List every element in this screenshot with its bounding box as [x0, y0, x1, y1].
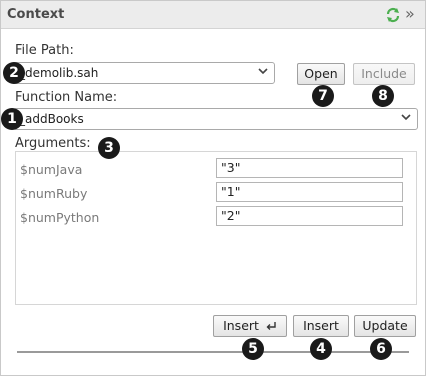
argument-value-input[interactable]: "3" — [216, 158, 403, 178]
function-name-label: Function Name: — [15, 90, 118, 105]
include-button[interactable]: Include — [353, 63, 415, 85]
function-name-value: _addBooks — [19, 112, 84, 126]
argument-value-input[interactable]: "2" — [216, 206, 403, 226]
double-chevron-right-icon[interactable]: » — [405, 4, 415, 23]
chevron-down-icon — [401, 114, 411, 121]
callout-badge: 6 — [370, 338, 392, 360]
context-panel: Context » File Path: _demolib.sah Open I… — [0, 0, 426, 376]
argument-name: $numJava — [20, 162, 83, 177]
insert-enter-label: Insert — [223, 318, 259, 333]
file-path-value: _demolib.sah — [19, 66, 99, 80]
insert-button[interactable]: Insert — [293, 315, 349, 337]
callout-badge: 5 — [242, 338, 264, 360]
open-button[interactable]: Open — [297, 63, 345, 85]
update-button[interactable]: Update — [354, 315, 416, 337]
callout-badge: 1 — [1, 108, 23, 130]
chevron-down-icon — [258, 68, 268, 75]
arguments-list: $numJava "3" $numRuby "1" $numPython "2" — [15, 151, 417, 305]
arguments-label: Arguments: — [15, 136, 91, 151]
callout-badge: 3 — [98, 137, 120, 159]
argument-name: $numPython — [20, 210, 100, 225]
enter-key-icon — [266, 322, 276, 330]
refresh-icon[interactable] — [385, 7, 401, 23]
argument-name: $numRuby — [20, 186, 88, 201]
insert-enter-button[interactable]: Insert — [213, 315, 287, 337]
file-path-select[interactable]: _demolib.sah — [13, 62, 275, 84]
callout-badge: 8 — [372, 85, 394, 107]
callout-badge: 7 — [312, 85, 334, 107]
panel-title: Context — [7, 7, 65, 22]
file-path-label: File Path: — [15, 43, 74, 58]
callout-badge: 4 — [310, 338, 332, 360]
function-name-select[interactable]: _addBooks — [13, 108, 418, 130]
callout-badge: 2 — [3, 62, 25, 84]
argument-value-input[interactable]: "1" — [216, 182, 403, 202]
divider — [17, 351, 409, 353]
panel-titlebar: Context » — [1, 1, 425, 29]
